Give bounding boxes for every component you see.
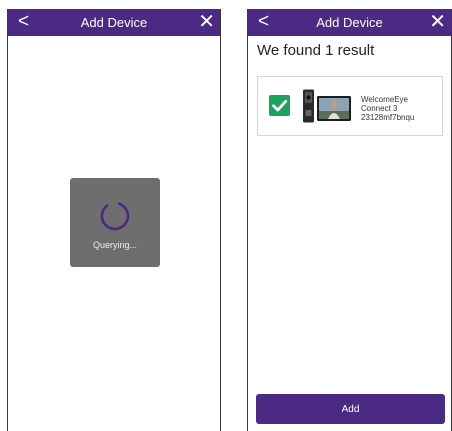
device-checkbox[interactable]	[269, 95, 290, 116]
close-button[interactable]: ✕	[198, 9, 215, 36]
device-name-line: Connect 3	[361, 104, 398, 113]
device-result-card[interactable]: WelcomeEye Connect 3 23128mf7bnqu	[257, 76, 443, 136]
add-device-screen-results: < Add Device ✕ We found 1 result Welcome…	[247, 9, 452, 431]
video-doorbell-kit-icon	[303, 89, 351, 123]
header-title: Add Device	[316, 15, 383, 30]
checkmark-icon	[272, 99, 288, 112]
device-id: 23128mf7bnqu	[361, 113, 415, 122]
loading-text: Querying...	[92, 240, 138, 250]
add-device-screen-searching: < Add Device ✕ Querying...	[7, 9, 221, 431]
device-name-line: WelcomeEye	[361, 95, 408, 104]
loading-dialog: Querying...	[70, 178, 160, 267]
spinner-icon	[100, 202, 130, 231]
header-title: Add Device	[80, 15, 148, 30]
results-title: We found 1 result	[257, 42, 375, 59]
add-button[interactable]: Add	[256, 394, 445, 424]
close-button[interactable]: ✕	[429, 9, 446, 36]
header-bar: < Add Device ✕	[8, 9, 220, 36]
header-bar: < Add Device ✕	[248, 9, 451, 36]
